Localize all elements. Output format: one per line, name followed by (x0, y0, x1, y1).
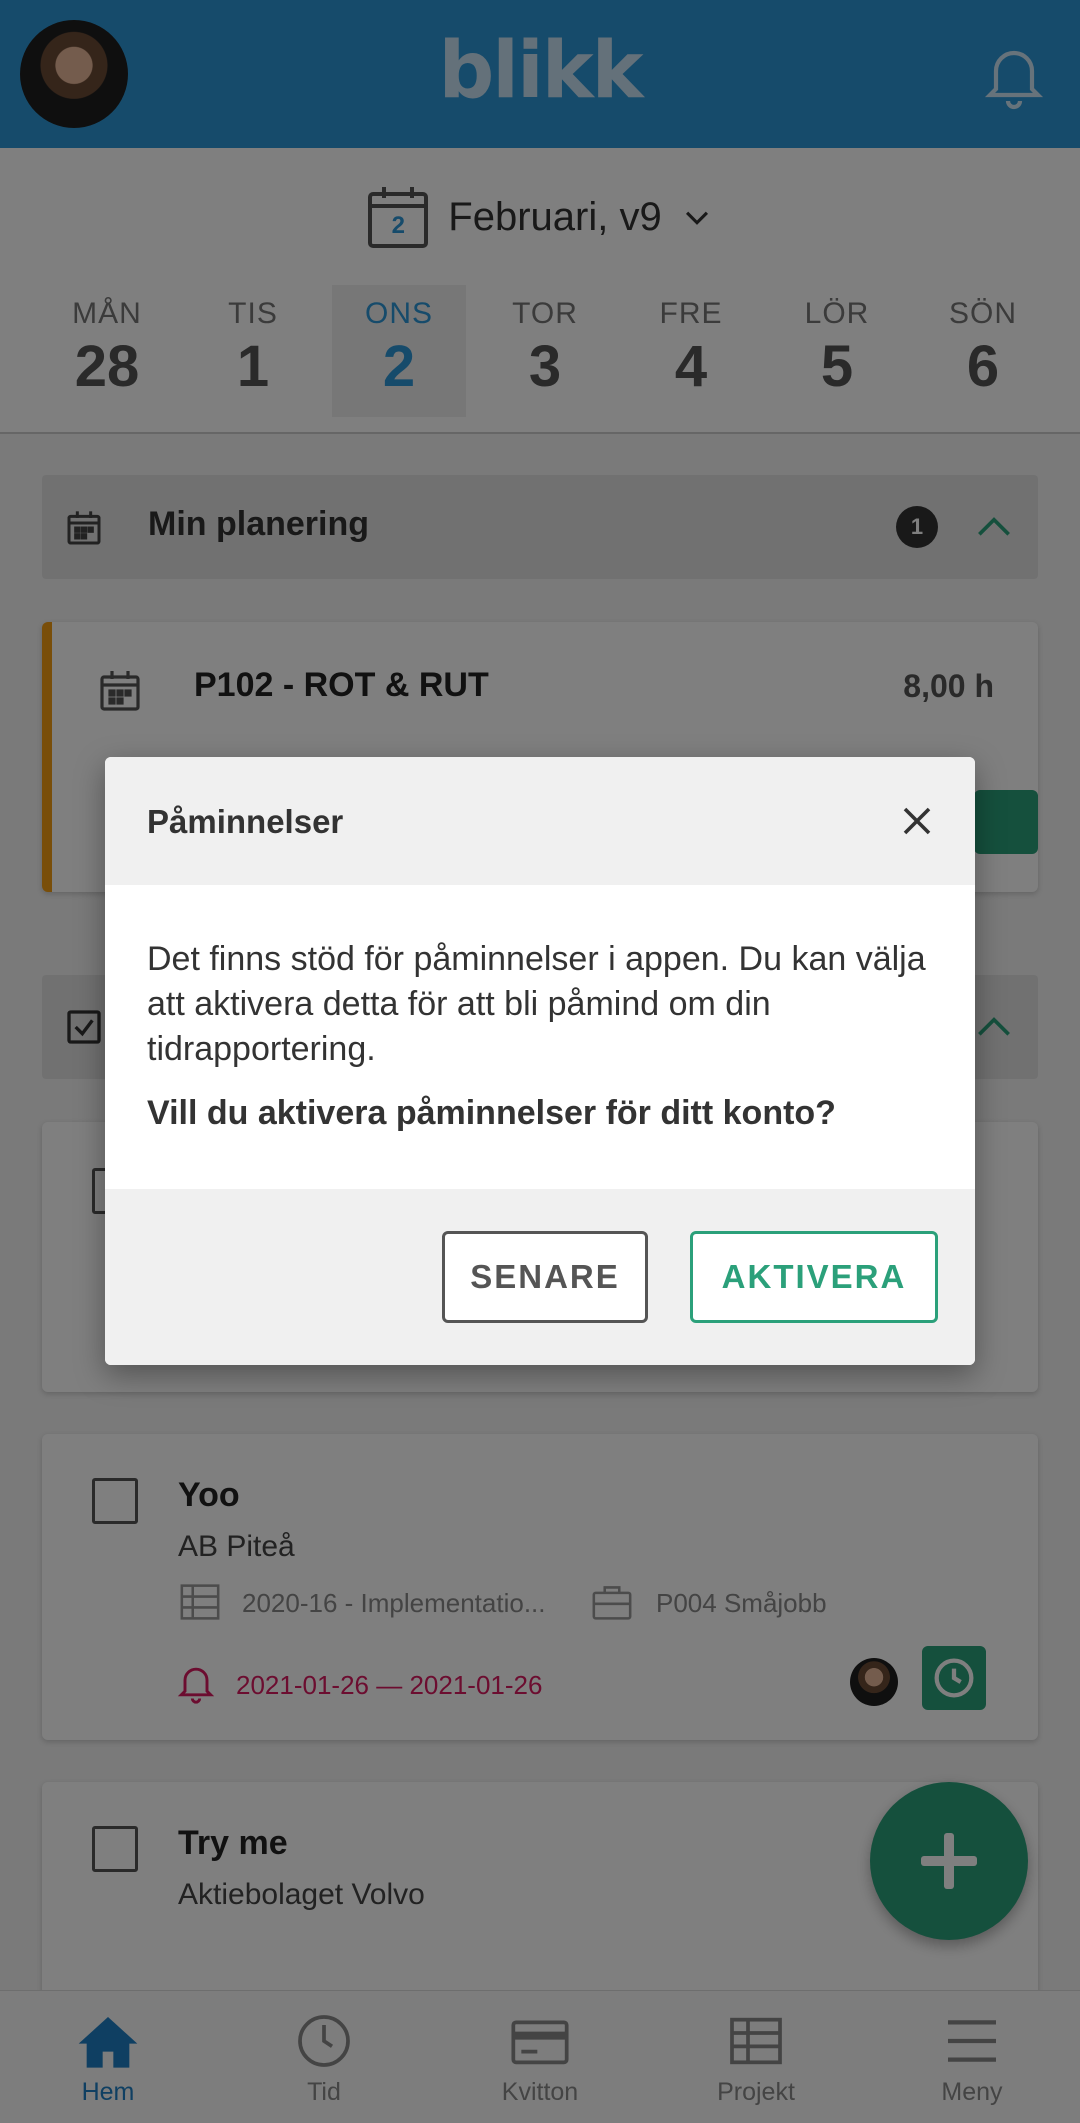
dialog-footer: SENARE AKTIVERA (105, 1189, 975, 1365)
dialog-question: Vill du aktivera påminnelser för ditt ko… (147, 1094, 836, 1132)
close-icon[interactable] (899, 803, 935, 839)
dialog-body: Det finns stöd för påminnelser i appen. … (147, 937, 937, 1133)
dialog-header: Påminnelser (105, 757, 975, 885)
reminders-dialog: Påminnelser Det finns stöd för påminnels… (105, 757, 975, 1365)
activate-button[interactable]: AKTIVERA (690, 1231, 938, 1323)
dialog-title: Påminnelser (147, 803, 344, 840)
later-button[interactable]: SENARE (442, 1231, 648, 1323)
dialog-message: Det finns stöd för påminnelser i appen. … (147, 940, 926, 1068)
